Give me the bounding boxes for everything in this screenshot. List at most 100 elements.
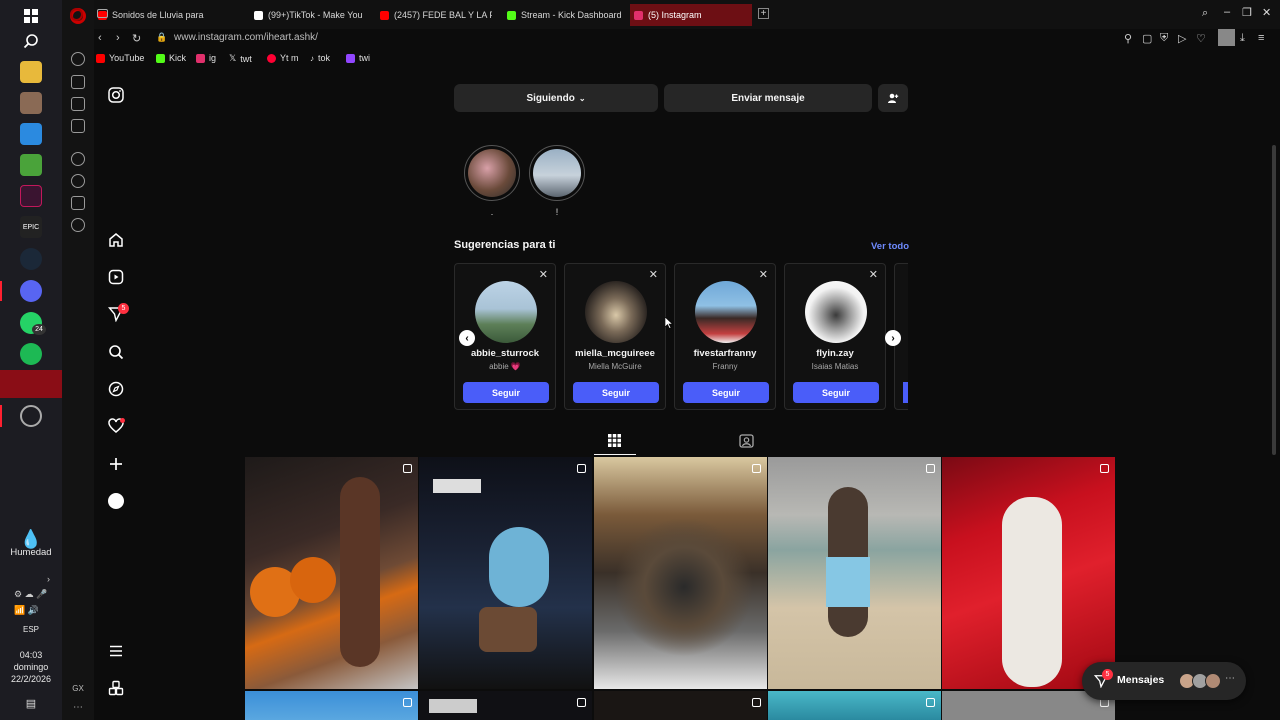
carousel-prev-button[interactable]: ‹: [459, 330, 475, 346]
tab-youtube-fede[interactable]: (2457) FEDE BAL Y LA PE: [376, 4, 492, 26]
post-thumbnail[interactable]: [245, 691, 418, 720]
player-icon[interactable]: ▷: [1178, 32, 1186, 45]
posts-grid-tab[interactable]: [608, 434, 621, 452]
gx-control-icon[interactable]: [71, 52, 85, 66]
windows-start-icon[interactable]: [20, 5, 42, 27]
bookmark-twi[interactable]: twi: [346, 53, 370, 63]
bookmark-twt[interactable]: 𝕏 twt: [229, 53, 252, 64]
reels-icon[interactable]: [107, 268, 125, 286]
wifi-volume-icon[interactable]: 📶 🔊: [14, 605, 39, 616]
tab-kick-dashboard[interactable]: Stream - Kick Dashboard: [503, 4, 621, 26]
bookmark-ytmusic[interactable]: Yt m: [267, 53, 299, 63]
follow-button[interactable]: Seguir: [573, 382, 659, 403]
create-icon[interactable]: [107, 455, 125, 473]
tab-instagram[interactable]: (5) Instagram: [630, 4, 752, 26]
gx-corner-icon[interactable]: [71, 75, 85, 89]
file-explorer-icon[interactable]: [20, 61, 42, 83]
follow-button[interactable]: Seguir: [793, 382, 879, 403]
player-icon[interactable]: [71, 152, 85, 166]
messages-widget[interactable]: 5 Mensajes ⋯: [1082, 662, 1246, 700]
clock-time[interactable]: 04:03: [0, 650, 62, 660]
gx-hotkeys-icon[interactable]: [71, 119, 85, 133]
opera-gx-taskbar-item[interactable]: [0, 370, 62, 398]
opera-icon[interactable]: [20, 405, 42, 427]
bookmark-youtube[interactable]: YouTube: [96, 53, 144, 63]
story-highlight[interactable]: [529, 145, 585, 201]
close-icon[interactable]: ✕: [649, 268, 658, 281]
bookmark-kick[interactable]: Kick: [156, 53, 186, 63]
home-icon[interactable]: [107, 231, 125, 249]
new-tab-button[interactable]: +: [758, 8, 769, 19]
send-message-button[interactable]: Enviar mensaje: [664, 84, 872, 112]
lock-icon[interactable]: 🔒: [156, 32, 167, 43]
carousel-next-button[interactable]: ›: [885, 330, 901, 346]
follow-button[interactable]: Seguir: [683, 382, 769, 403]
settings-icon[interactable]: [71, 218, 85, 232]
extensions-icon[interactable]: [71, 196, 85, 210]
url-field[interactable]: www.instagram.com/iheart.ashk/: [174, 32, 318, 43]
story-highlight[interactable]: [464, 145, 520, 201]
pin-icon[interactable]: ⚲: [1124, 32, 1132, 45]
avatar[interactable]: [475, 281, 537, 343]
heart-icon[interactable]: ♡: [1196, 32, 1206, 45]
notification-icon[interactable]: ▤: [20, 692, 42, 714]
tray-icons[interactable]: ⚙ ☁ 🎤: [14, 589, 47, 600]
suggestion-username[interactable]: miella_mcguireee: [565, 348, 665, 359]
profile-avatar[interactable]: [1218, 29, 1235, 46]
opera-menu-icon[interactable]: [70, 8, 83, 21]
adblock-icon[interactable]: ⛨: [1160, 32, 1168, 45]
forward-icon[interactable]: ›: [116, 32, 120, 44]
profile-avatar-icon[interactable]: [107, 492, 125, 510]
suggestion-username[interactable]: fivestarfranny: [675, 348, 775, 359]
maximize-icon[interactable]: ❐: [1242, 6, 1252, 19]
close-icon[interactable]: ✕: [759, 268, 768, 281]
back-icon[interactable]: ‹: [98, 32, 102, 44]
instagram-logo-icon[interactable]: [107, 86, 125, 104]
bookmark-tok[interactable]: ♪ tok: [310, 53, 330, 63]
threads-apps-icon[interactable]: [107, 679, 125, 697]
close-icon[interactable]: ✕: [539, 268, 548, 281]
tab-tiktok[interactable]: (99+)TikTok - Make Your: [250, 4, 362, 26]
snapshot-icon[interactable]: ▢: [1142, 32, 1152, 45]
spotify-icon[interactable]: [20, 343, 42, 365]
reload-icon[interactable]: ↻: [132, 32, 141, 45]
explore-icon[interactable]: [107, 380, 125, 398]
minecraft-icon[interactable]: [20, 154, 42, 176]
page-scrollbar[interactable]: [1272, 145, 1276, 455]
search-icon[interactable]: [107, 343, 125, 361]
post-thumbnail[interactable]: [768, 457, 941, 689]
follow-button[interactable]: Seguir: [463, 382, 549, 403]
download-icon[interactable]: ⤓: [1240, 32, 1245, 45]
minimize-icon[interactable]: –: [1224, 6, 1230, 18]
avatar[interactable]: [585, 281, 647, 343]
post-thumbnail[interactable]: [245, 457, 418, 689]
tab-youtube-rain[interactable]: Sonidos de Lluvia para Do: [94, 4, 204, 26]
app-icon[interactable]: [20, 185, 42, 207]
notifications-heart-icon[interactable]: [107, 417, 125, 435]
whatsapp-icon[interactable]: 24: [20, 312, 46, 335]
post-thumbnail[interactable]: [594, 691, 767, 720]
close-icon[interactable]: ✕: [1262, 6, 1271, 19]
bookmark-ig[interactable]: ig: [196, 53, 216, 63]
epic-games-icon[interactable]: EPIC: [20, 216, 42, 238]
menu-icon[interactable]: ≡: [1258, 32, 1264, 44]
suggestion-username[interactable]: abbie_sturrock: [455, 348, 555, 359]
post-thumbnail[interactable]: [594, 457, 767, 689]
following-button[interactable]: Siguiendo ⌄: [454, 84, 658, 112]
messages-send-icon[interactable]: 5: [107, 303, 129, 323]
history-icon[interactable]: [71, 174, 85, 188]
search-icon[interactable]: ⌕: [1202, 7, 1208, 20]
more-icon[interactable]: ⋯: [62, 702, 94, 713]
post-thumbnail[interactable]: [768, 691, 941, 720]
tagged-tab[interactable]: [739, 433, 754, 453]
gx-cleaner-icon[interactable]: [71, 97, 85, 111]
post-thumbnail[interactable]: [419, 691, 592, 720]
tab-overview-icon[interactable]: [97, 9, 108, 18]
steam-icon[interactable]: [20, 248, 42, 270]
more-menu-icon[interactable]: [107, 642, 125, 660]
close-icon[interactable]: ✕: [869, 268, 878, 281]
avatar[interactable]: [805, 281, 867, 343]
search-icon[interactable]: [20, 30, 42, 52]
discord-icon[interactable]: [20, 280, 42, 302]
add-person-button[interactable]: [878, 84, 908, 112]
